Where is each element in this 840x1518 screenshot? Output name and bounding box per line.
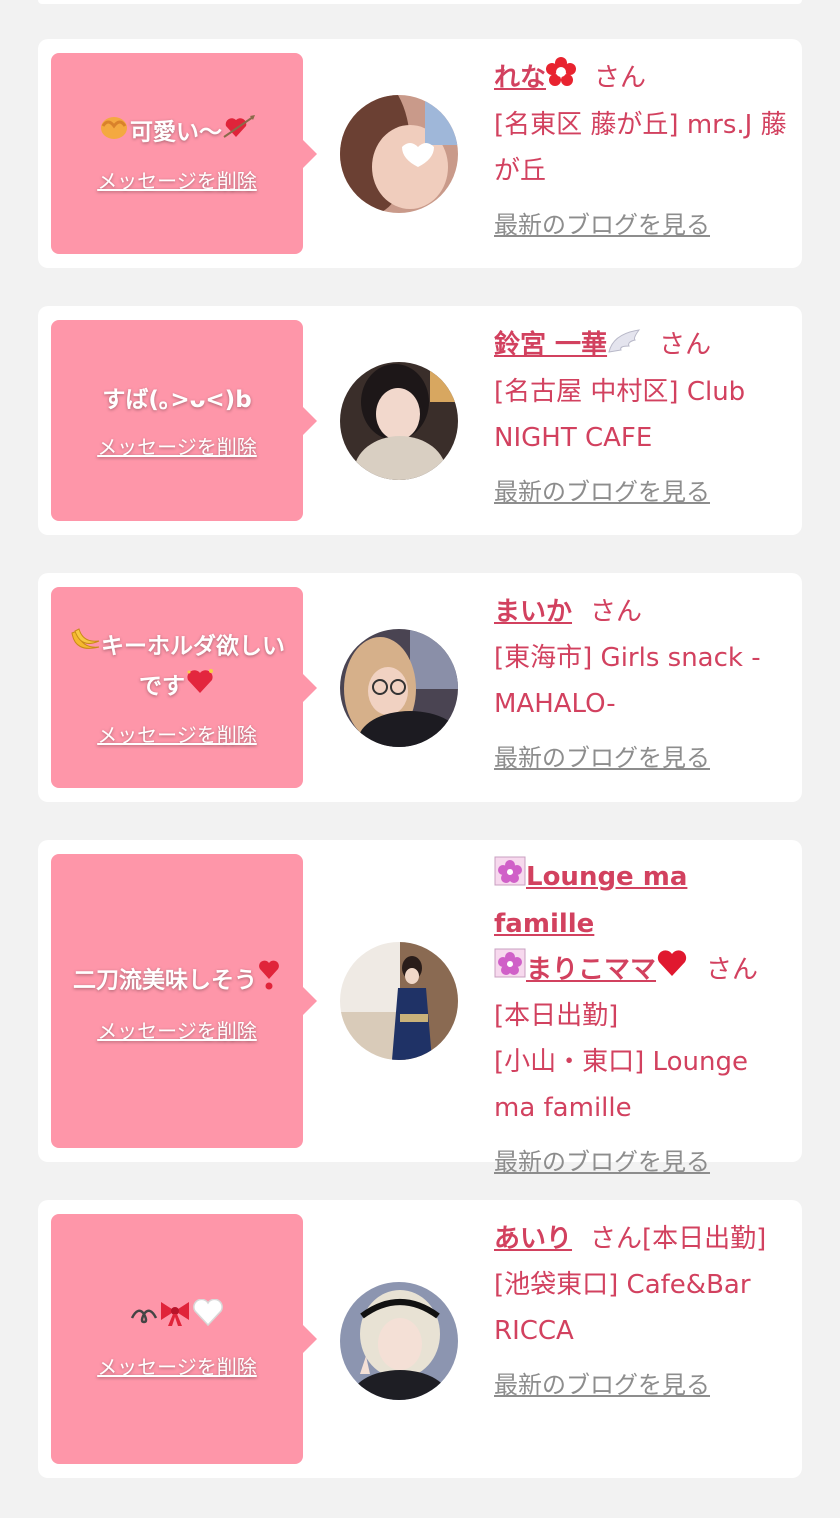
- cast-name-link[interactable]: Lounge ma famille まりこママ: [494, 856, 688, 985]
- latest-blog-link[interactable]: 最新のブログを見る: [494, 735, 790, 781]
- delete-message-link[interactable]: メッセージを削除: [97, 165, 257, 194]
- message-text: 二刀流美味しそう: [73, 967, 257, 993]
- avatar[interactable]: [340, 942, 458, 1060]
- message-card: キーホルダ欲しいです メッセージを削除 まいか さん [東海市] Girls sn…: [38, 573, 802, 802]
- cast-info: あいり さん[本日出勤] [池袋東口] Cafe&Bar RICCA 最新のブログ…: [494, 1216, 790, 1408]
- cherry-blossom-icon: [494, 855, 526, 901]
- message-card: メッセージを削除 あいり さん[本日出勤] [池袋東口] Cafe&Bar RIC…: [38, 1200, 802, 1478]
- delete-message-link[interactable]: メッセージを削除: [97, 719, 257, 748]
- cast-name-link[interactable]: あいり: [494, 1224, 572, 1254]
- red-heart-icon: [656, 947, 688, 993]
- cherry-blossom-icon: [494, 947, 526, 993]
- avatar[interactable]: [340, 629, 458, 747]
- white-heart-icon: [192, 1298, 224, 1339]
- message-text-wrap: 可愛い〜: [98, 113, 256, 153]
- covering-face-icon: [98, 114, 130, 152]
- banana-icon: [69, 627, 101, 667]
- cast-name-link[interactable]: れな: [494, 56, 577, 93]
- message-bubble: キーホルダ欲しいです メッセージを削除: [51, 587, 317, 788]
- cast-info: まいか さん [東海市] Girls snack -MAHALO- 最新のブログを…: [494, 589, 790, 781]
- message-bubble: 二刀流美味しそう メッセージを削除: [51, 854, 317, 1148]
- today-status: [本日出勤]: [494, 1001, 619, 1031]
- avatar[interactable]: [340, 362, 458, 480]
- exclamation-heart-icon: [257, 959, 281, 1003]
- message-card: 二刀流美味しそう メッセージを削除 Lounge ma famille まりこママ…: [38, 840, 802, 1176]
- message-bubble: すば(｡>ᴗ<)b メッセージを削除: [51, 320, 317, 521]
- latest-blog-link[interactable]: 最新のブログを見る: [494, 1362, 790, 1408]
- shop-name: [池袋東口] Cafe&Bar RICCA: [494, 1270, 751, 1346]
- message-bubble: メッセージを削除: [51, 1214, 317, 1464]
- honorific: さん: [590, 597, 643, 627]
- latest-blog-link[interactable]: 最新のブログを見る: [494, 202, 790, 248]
- shop-name: [名東区 藤が丘] mrs.J 藤が丘: [494, 109, 787, 186]
- delete-message-link[interactable]: メッセージを削除: [97, 1015, 257, 1044]
- shop-name: [名古屋 中村区] Club NIGHT CAFE: [494, 376, 746, 453]
- message-text: すば(｡>ᴗ<)b: [102, 387, 252, 413]
- latest-blog-link[interactable]: 最新のブログを見る: [494, 1139, 790, 1185]
- avatar[interactable]: [340, 1282, 458, 1400]
- message-card: すば(｡>ᴗ<)b メッセージを削除 鈴宮 一華 さん [名古屋 中村区] Clu…: [38, 306, 802, 535]
- honorific: さん: [590, 1224, 643, 1254]
- honorific: さん: [659, 330, 712, 360]
- cast-info: 鈴宮 一華 さん [名古屋 中村区] Club NIGHT CAFE 最新のブログ…: [494, 322, 790, 515]
- delete-message-link[interactable]: メッセージを削除: [97, 1351, 257, 1380]
- ribbon-icon: [158, 1299, 192, 1339]
- heart-arrow-icon: [222, 113, 256, 153]
- honorific: さん: [706, 954, 759, 985]
- message-text: 可愛い〜: [130, 119, 222, 146]
- message-text-wrap: 二刀流美味しそう: [73, 959, 281, 1003]
- cast-info: Lounge ma famille まりこママ さん [本日出勤] [小山・東口] L…: [494, 854, 790, 1185]
- curly-loop-icon: [130, 1300, 158, 1338]
- honorific: さん: [594, 63, 647, 93]
- delete-message-link[interactable]: メッセージを削除: [97, 431, 257, 460]
- message-text-wrap: キーホルダ欲しいです: [65, 627, 289, 707]
- wing-icon: [607, 323, 641, 369]
- previous-card-edge: [38, 0, 802, 4]
- message-icons: [130, 1298, 224, 1339]
- cast-name-link[interactable]: まいか: [494, 597, 572, 627]
- red-flower-icon: [546, 56, 577, 102]
- sparkling-heart-icon: [185, 667, 215, 707]
- shop-name: [東海市] Girls snack -MAHALO-: [494, 643, 761, 719]
- message-card: 可愛い〜 メッセージを削除 れな さん [名東区 藤が丘] mrs.J 藤が丘 最…: [38, 39, 802, 268]
- latest-blog-link[interactable]: 最新のブログを見る: [494, 469, 790, 515]
- shop-name: [小山・東口] Lounge ma famille: [494, 1047, 748, 1123]
- today-status: [本日出勤]: [642, 1224, 767, 1254]
- message-bubble: 可愛い〜 メッセージを削除: [51, 53, 317, 254]
- avatar[interactable]: [340, 95, 458, 213]
- cast-info: れな さん [名東区 藤が丘] mrs.J 藤が丘 最新のブログを見る: [494, 55, 790, 248]
- cast-name-link[interactable]: 鈴宮 一華: [494, 328, 641, 360]
